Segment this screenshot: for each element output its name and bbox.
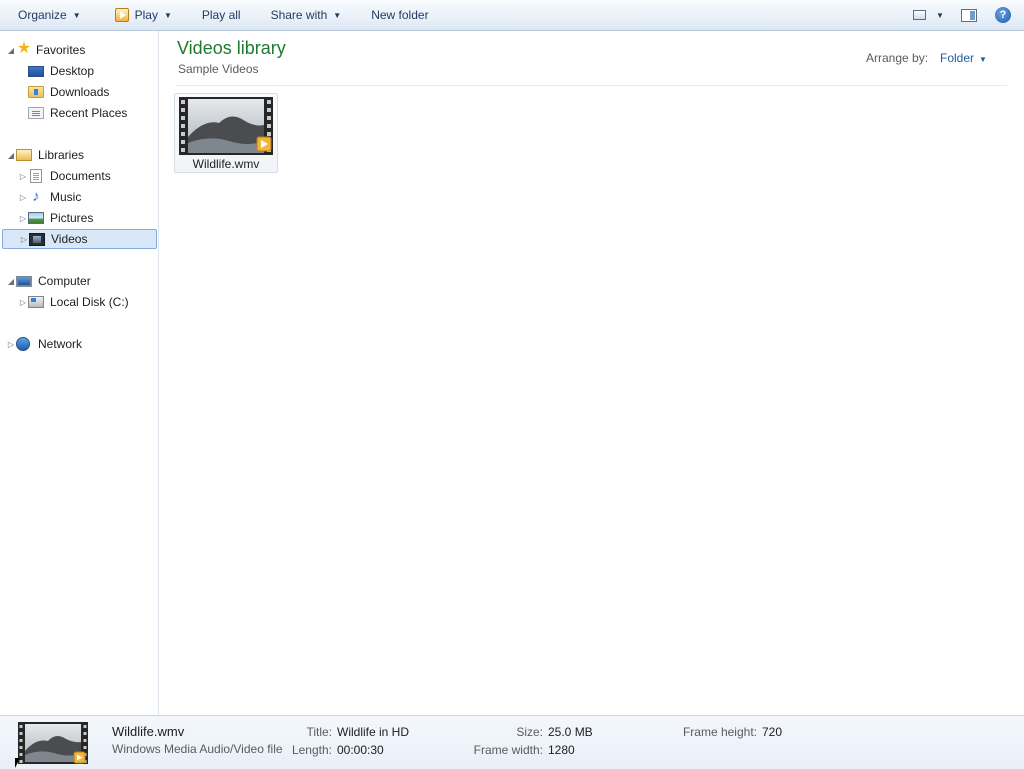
- nav-item-recent-places[interactable]: Recent Places: [28, 103, 156, 123]
- details-frame-width-value: 1280: [548, 743, 575, 757]
- libraries-icon: [16, 149, 32, 161]
- header-divider: [176, 85, 1007, 86]
- nav-item-videos[interactable]: ▷ Videos: [2, 229, 157, 249]
- collapsed-icon[interactable]: ▷: [18, 214, 28, 223]
- video-thumbnail-icon: [179, 97, 273, 155]
- nav-computer-label: Computer: [38, 274, 91, 288]
- collapsed-icon[interactable]: ▷: [18, 193, 28, 202]
- arrange-by-label: Arrange by:: [866, 51, 929, 65]
- file-list-area[interactable]: Videos library Sample Videos Arrange by:…: [159, 31, 1024, 715]
- collapsed-icon[interactable]: ▷: [19, 235, 29, 244]
- nav-item-label: Documents: [50, 169, 111, 183]
- details-frame-height-value: 720: [762, 725, 783, 739]
- details-size-label: Size:: [516, 725, 543, 739]
- play-all-button[interactable]: Play all: [182, 0, 251, 30]
- play-button[interactable]: Play ▼: [91, 0, 182, 30]
- nav-item-desktop[interactable]: Desktop: [28, 61, 156, 81]
- collapsed-icon[interactable]: ▷: [6, 340, 16, 349]
- library-subtitle: Sample Videos: [178, 62, 259, 76]
- hard-disk-icon: [28, 296, 44, 308]
- mouse-pointer-icon: [15, 758, 20, 768]
- nav-item-label: Downloads: [50, 85, 110, 99]
- library-title: Videos library: [177, 38, 286, 58]
- navigation-pane: ◢ ★ Favorites Desktop Downloads Recent P…: [0, 31, 159, 715]
- collapsed-icon[interactable]: ▷: [18, 298, 28, 307]
- details-frame-height-label: Frame height:: [682, 725, 757, 739]
- share-with-label: Share with: [270, 8, 328, 22]
- nav-network-label: Network: [38, 337, 83, 351]
- play-icon: [114, 8, 129, 22]
- help-icon: ?: [995, 7, 1011, 23]
- play-all-label: Play all: [201, 8, 241, 22]
- videos-icon: [29, 232, 45, 246]
- new-folder-label: New folder: [371, 8, 429, 22]
- arrange-by-value: Folder: [940, 51, 975, 65]
- nav-item-label: Videos: [51, 232, 88, 246]
- share-with-button[interactable]: Share with ▼: [251, 0, 352, 30]
- nav-computer[interactable]: ◢ Computer: [6, 271, 160, 291]
- new-folder-button[interactable]: New folder: [351, 0, 438, 30]
- command-bar: Organize ▼ Play ▼ Play all Share with ▼ …: [0, 0, 1024, 31]
- chevron-down-icon: ▼: [72, 10, 81, 20]
- nav-libraries[interactable]: ◢ Libraries: [6, 145, 160, 165]
- play-label: Play: [134, 8, 158, 22]
- nav-libraries-label: Libraries: [38, 148, 85, 162]
- nav-item-label: Music: [50, 190, 82, 204]
- nav-network[interactable]: ▷ Network: [6, 334, 160, 354]
- nav-item-local-disk[interactable]: ▷ Local Disk (C:): [18, 292, 156, 312]
- help-button[interactable]: ?: [990, 0, 1016, 30]
- details-length-label: Length:: [291, 743, 332, 757]
- nav-item-documents[interactable]: ▷ Documents: [18, 166, 156, 186]
- nav-favorites[interactable]: ◢ ★ Favorites: [6, 40, 160, 60]
- view-icon: [912, 10, 926, 20]
- nav-item-music[interactable]: ▷ ♪ Music: [18, 187, 156, 207]
- file-name: Wildlife.wmv: [192, 157, 260, 171]
- preview-pane-icon: [961, 8, 977, 22]
- details-size-value: 25.0 MB: [548, 725, 593, 739]
- expanded-icon[interactable]: ◢: [6, 151, 16, 160]
- arrange-by-dropdown[interactable]: Folder ▼: [940, 51, 987, 65]
- nav-item-label: Local Disk (C:): [50, 295, 129, 309]
- file-item[interactable]: Wildlife.wmv: [174, 93, 278, 173]
- computer-icon: [16, 275, 32, 287]
- collapsed-icon[interactable]: ▷: [18, 172, 28, 181]
- nav-favorites-label: Favorites: [36, 43, 86, 57]
- preview-pane-button[interactable]: [956, 0, 982, 30]
- chevron-down-icon: ▼: [163, 10, 172, 20]
- organize-label: Organize: [18, 8, 67, 22]
- video-thumbnail-icon: [18, 722, 88, 764]
- change-view-button[interactable]: [906, 0, 932, 30]
- details-pane: Wildlife.wmv Windows Media Audio/Video f…: [0, 715, 1024, 769]
- nav-item-label: Pictures: [50, 211, 94, 225]
- details-file-type: Windows Media Audio/Video file: [112, 742, 283, 756]
- details-title-value[interactable]: Wildlife in HD: [337, 725, 409, 739]
- expanded-icon[interactable]: ◢: [6, 277, 16, 286]
- desktop-icon: [28, 65, 44, 77]
- network-icon: [16, 337, 30, 351]
- expanded-icon[interactable]: ◢: [6, 46, 16, 55]
- details-frame-width-label: Frame width:: [473, 743, 543, 757]
- nav-item-label: Recent Places: [50, 106, 128, 120]
- documents-icon: [30, 169, 42, 183]
- view-options-chevron-down-icon[interactable]: ▼: [932, 11, 948, 20]
- pictures-icon: [28, 212, 44, 224]
- chevron-down-icon: ▼: [333, 10, 342, 20]
- recent-places-icon: [28, 107, 44, 119]
- nav-item-downloads[interactable]: Downloads: [28, 82, 156, 102]
- details-file-name: Wildlife.wmv: [112, 724, 185, 739]
- nav-item-label: Desktop: [50, 64, 95, 78]
- chevron-down-icon: ▼: [979, 55, 987, 64]
- downloads-folder-icon: [28, 86, 44, 98]
- details-title-label: Title:: [306, 725, 332, 739]
- details-length-value: 00:00:30: [337, 743, 384, 757]
- star-icon: ★: [16, 40, 32, 57]
- nav-item-pictures[interactable]: ▷ Pictures: [18, 208, 156, 228]
- music-note-icon: ♪: [32, 188, 40, 205]
- organize-button[interactable]: Organize ▼: [0, 0, 91, 30]
